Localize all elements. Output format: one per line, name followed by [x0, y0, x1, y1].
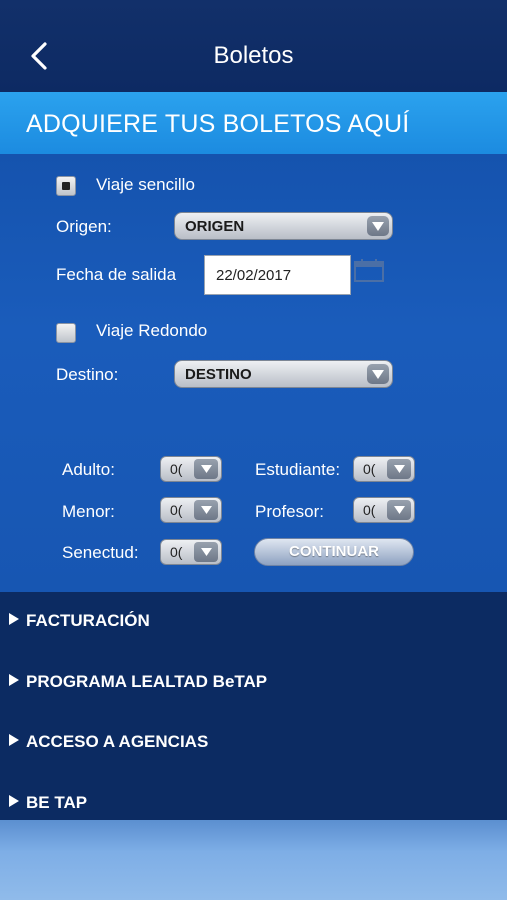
triangle-down-icon [387, 459, 411, 479]
destination-select[interactable]: DESTINO [174, 360, 393, 388]
student-select[interactable]: 0( [353, 456, 415, 482]
origin-value: ORIGEN [185, 218, 245, 235]
menu-item-betap[interactable]: BE TAP [0, 774, 507, 820]
calendar-button[interactable] [354, 258, 384, 282]
minor-value: 0( [170, 502, 183, 518]
round-trip-label: Viaje Redondo [96, 321, 208, 340]
triangle-right-icon [9, 674, 19, 686]
menu-item-loyalty[interactable]: PROGRAMA LEALTAD BeTAP [0, 653, 507, 709]
senior-value: 0( [170, 544, 183, 560]
menu-item-billing[interactable]: FACTURACIÓN [0, 592, 507, 648]
bottom-background [0, 820, 507, 900]
triangle-right-icon [9, 795, 19, 807]
senior-select[interactable]: 0( [160, 539, 222, 565]
triangle-down-icon [194, 459, 218, 479]
menu-item-label: ACCESO A AGENCIAS [26, 732, 209, 751]
top-bar: Boletos [0, 0, 507, 92]
menu-item-label: FACTURACIÓN [26, 611, 150, 630]
teacher-select[interactable]: 0( [353, 497, 415, 523]
departure-date-input[interactable] [204, 255, 351, 295]
adult-label: Adulto: [62, 460, 115, 479]
minor-select[interactable]: 0( [160, 497, 222, 523]
round-trip-checkbox[interactable] [56, 323, 76, 343]
triangle-down-icon [367, 364, 389, 384]
triangle-down-icon [194, 542, 218, 562]
checkbox-mark [62, 182, 70, 190]
triangle-down-icon [194, 500, 218, 520]
app-screen: Boletos ADQUIERE TUS BOLETOS AQUÍ Viaje … [0, 0, 507, 900]
triangle-right-icon [9, 734, 19, 746]
origin-label: Origen: [56, 217, 112, 236]
page-title: Boletos [213, 42, 294, 69]
adult-value: 0( [170, 461, 183, 477]
triangle-down-icon [367, 216, 389, 236]
banner-title: ADQUIERE TUS BOLETOS AQUÍ [26, 110, 410, 138]
adult-select[interactable]: 0( [160, 456, 222, 482]
menu-list: FACTURACIÓN PROGRAMA LEALTAD BeTAP ACCES… [0, 592, 507, 820]
destination-value: DESTINO [185, 366, 252, 383]
triangle-down-icon [387, 500, 411, 520]
teacher-value: 0( [363, 502, 376, 518]
teacher-label: Profesor: [255, 502, 324, 521]
minor-label: Menor: [62, 502, 115, 521]
menu-item-label: BE TAP [26, 793, 88, 812]
senior-label: Senectud: [62, 543, 139, 562]
destination-label: Destino: [56, 365, 119, 384]
calendar-icon [354, 259, 384, 282]
single-trip-checkbox[interactable] [56, 176, 76, 196]
menu-item-agencies[interactable]: ACCESO A AGENCIAS [0, 713, 507, 769]
origin-select[interactable]: ORIGEN [174, 212, 393, 240]
continue-button[interactable]: CONTINUAR [254, 538, 414, 566]
student-label: Estudiante: [255, 460, 341, 479]
departure-date-label: Fecha de salida [56, 265, 177, 284]
student-value: 0( [363, 461, 376, 477]
triangle-right-icon [9, 613, 19, 625]
banner: ADQUIERE TUS BOLETOS AQUÍ [0, 92, 507, 154]
single-trip-label: Viaje sencillo [96, 175, 195, 194]
menu-item-label: PROGRAMA LEALTAD BeTAP [26, 672, 268, 691]
